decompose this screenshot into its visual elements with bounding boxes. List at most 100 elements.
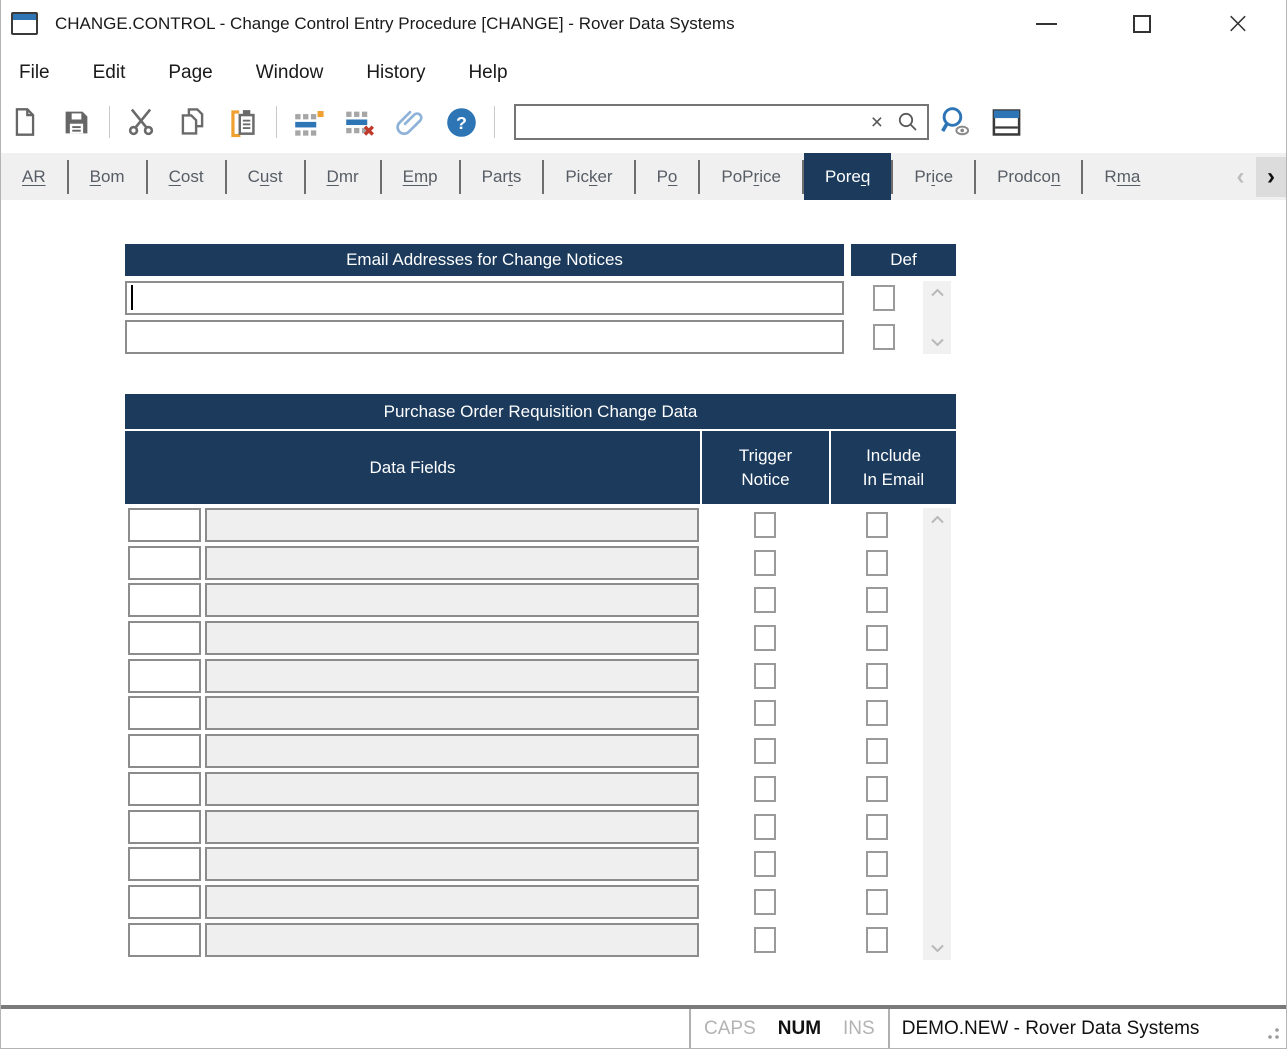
include-cell: [830, 851, 923, 877]
menu-window[interactable]: Window: [256, 62, 324, 84]
include-in-email-checkbox[interactable]: [866, 776, 888, 802]
tab-bom[interactable]: Bom: [69, 153, 146, 200]
scroll-up-icon[interactable]: [923, 288, 951, 297]
include-in-email-checkbox[interactable]: [866, 663, 888, 689]
trigger-notice-checkbox[interactable]: [754, 512, 776, 538]
copy-button[interactable]: [174, 104, 210, 140]
menu-page[interactable]: Page: [168, 62, 212, 84]
search-icon[interactable]: [897, 111, 919, 133]
search-input[interactable]: [514, 104, 929, 140]
title-bar: CHANGE.CONTROL - Change Control Entry Pr…: [1, 0, 1286, 47]
email-address-input[interactable]: [125, 281, 844, 315]
field-code-input[interactable]: [128, 621, 201, 655]
include-in-email-checkbox[interactable]: [866, 814, 888, 840]
menu-file[interactable]: File: [19, 62, 50, 84]
email-scrollbar[interactable]: [923, 281, 951, 354]
def-checkbox[interactable]: [873, 324, 895, 350]
field-code-input[interactable]: [128, 772, 201, 806]
include-in-email-checkbox[interactable]: [866, 700, 888, 726]
clear-search-icon[interactable]: ×: [871, 112, 883, 133]
scroll-down-icon[interactable]: [923, 944, 951, 953]
trigger-header-line1: Trigger: [739, 444, 792, 468]
tab-po[interactable]: Po: [636, 153, 699, 200]
email-address-input[interactable]: [125, 320, 844, 354]
num-lock-indicator: NUM: [778, 1018, 821, 1040]
session-label: DEMO.NEW - Rover Data Systems: [890, 1018, 1200, 1040]
save-button[interactable]: [58, 104, 94, 140]
resize-grip-icon[interactable]: [1260, 1022, 1282, 1049]
include-in-email-header: Include In Email: [831, 431, 956, 504]
help-button[interactable]: ?: [443, 104, 479, 140]
tab-cust[interactable]: Cust: [227, 153, 304, 200]
close-button[interactable]: ×: [1190, 0, 1286, 47]
trigger-notice-checkbox[interactable]: [754, 814, 776, 840]
new-document-button[interactable]: [7, 104, 43, 140]
paste-button[interactable]: [225, 104, 261, 140]
tab-prodcon[interactable]: Prodcon: [976, 153, 1081, 200]
field-code-input[interactable]: [128, 546, 201, 580]
field-name-display: [205, 508, 699, 542]
minimize-button[interactable]: [998, 0, 1094, 47]
include-cell: [830, 738, 923, 764]
trigger-notice-checkbox[interactable]: [754, 663, 776, 689]
field-code-input[interactable]: [128, 885, 201, 919]
trigger-notice-header: Trigger Notice: [702, 431, 829, 504]
menu-edit[interactable]: Edit: [93, 62, 126, 84]
delete-rows-button[interactable]: [341, 104, 377, 140]
trigger-notice-checkbox[interactable]: [754, 738, 776, 764]
scroll-down-icon[interactable]: [923, 338, 951, 347]
insert-rows-button[interactable]: [290, 104, 326, 140]
field-code-input[interactable]: [128, 508, 201, 542]
trigger-notice-checkbox[interactable]: [754, 625, 776, 651]
layout-button[interactable]: [988, 104, 1024, 140]
field-code-input[interactable]: [128, 847, 201, 881]
tab-scroll-left-icon[interactable]: ‹: [1227, 157, 1254, 197]
tab-poreq[interactable]: Poreq: [804, 153, 891, 200]
menu-history[interactable]: History: [366, 62, 425, 84]
cut-button[interactable]: [123, 104, 159, 140]
tab-parts[interactable]: Parts: [461, 153, 543, 200]
trigger-notice-checkbox[interactable]: [754, 851, 776, 877]
tab-scroll-right-icon[interactable]: ›: [1256, 157, 1286, 197]
include-in-email-checkbox[interactable]: [866, 889, 888, 915]
trigger-notice-checkbox[interactable]: [754, 889, 776, 915]
include-in-email-checkbox[interactable]: [866, 587, 888, 613]
tab-poprice[interactable]: PoPrice: [700, 153, 802, 200]
def-checkbox[interactable]: [873, 285, 895, 311]
tab-emp[interactable]: Emp: [382, 153, 459, 200]
include-in-email-checkbox[interactable]: [866, 851, 888, 877]
field-code-input[interactable]: [128, 923, 201, 957]
tab-price[interactable]: Price: [893, 153, 974, 200]
field-name-display: [205, 734, 699, 768]
include-in-email-checkbox[interactable]: [866, 550, 888, 576]
trigger-notice-checkbox[interactable]: [754, 776, 776, 802]
po-row: [125, 696, 956, 730]
search-input-icons: ×: [871, 104, 919, 140]
toolbar-separator: [109, 106, 110, 138]
scroll-up-icon[interactable]: [923, 515, 951, 524]
field-code-input[interactable]: [128, 696, 201, 730]
menu-help[interactable]: Help: [468, 62, 507, 84]
tab-dmr[interactable]: Dmr: [306, 153, 380, 200]
lookup-button[interactable]: [937, 104, 973, 140]
trigger-cell: [699, 927, 830, 953]
include-in-email-checkbox[interactable]: [866, 738, 888, 764]
trigger-notice-checkbox[interactable]: [754, 550, 776, 576]
trigger-notice-checkbox[interactable]: [754, 587, 776, 613]
trigger-notice-checkbox[interactable]: [754, 927, 776, 953]
maximize-button[interactable]: [1094, 0, 1190, 47]
include-in-email-checkbox[interactable]: [866, 927, 888, 953]
attachment-button[interactable]: [392, 104, 428, 140]
field-code-input[interactable]: [128, 659, 201, 693]
field-code-input[interactable]: [128, 583, 201, 617]
tab-rma[interactable]: Rma: [1083, 153, 1161, 200]
include-in-email-checkbox[interactable]: [866, 512, 888, 538]
include-in-email-checkbox[interactable]: [866, 625, 888, 651]
tab-ar[interactable]: AR: [1, 153, 67, 200]
trigger-notice-checkbox[interactable]: [754, 700, 776, 726]
tab-cost[interactable]: Cost: [148, 153, 225, 200]
field-code-input[interactable]: [128, 734, 201, 768]
field-code-input[interactable]: [128, 810, 201, 844]
po-scrollbar[interactable]: [923, 508, 951, 960]
tab-picker[interactable]: Picker: [544, 153, 633, 200]
